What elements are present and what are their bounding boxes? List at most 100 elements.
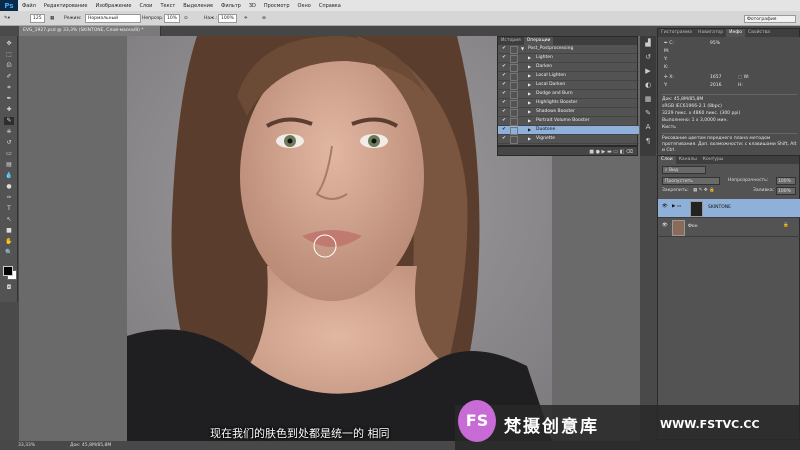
foreground-color-swatch[interactable] — [3, 266, 13, 276]
mode-select[interactable]: Нормальный — [85, 14, 141, 23]
chevron-right-icon[interactable]: ▶ — [528, 108, 531, 116]
blend-mode-select[interactable]: Пропустить — [662, 177, 720, 185]
history-icon[interactable]: ↺ — [643, 52, 653, 62]
path-select-tool-icon[interactable]: ↖ — [4, 216, 14, 224]
layer-row-skintone[interactable]: 👁 ▶ ▭ SKINTONE — [658, 199, 800, 218]
brush-tool-icon[interactable]: ✎ — [4, 117, 14, 125]
check-icon[interactable]: ✔ — [501, 81, 507, 89]
dialog-toggle-icon[interactable] — [510, 118, 518, 126]
crop-tool-icon[interactable]: ⌗ — [4, 84, 14, 92]
hand-tool-icon[interactable]: ✋ — [4, 238, 14, 246]
tab-channels[interactable]: Каналы — [676, 156, 700, 164]
layer-opacity-field[interactable]: 100% — [776, 177, 796, 185]
menu-select[interactable]: Выделение — [179, 3, 217, 9]
tab-navigator[interactable]: Навигатор — [695, 29, 726, 37]
action-row[interactable]: ✔ ▶ Shadows Booster — [498, 108, 639, 117]
layer-mask-thumbnail[interactable] — [690, 201, 703, 217]
action-row[interactable]: ✔ ▶ Local Lighten — [498, 72, 639, 81]
dialog-toggle-icon[interactable] — [510, 109, 518, 117]
check-icon[interactable]: ✔ — [501, 135, 507, 143]
quick-mask-icon[interactable]: ◘ — [4, 284, 14, 292]
chevron-right-icon[interactable]: ▶ — [528, 63, 531, 71]
menu-type[interactable]: Текст — [156, 3, 179, 9]
zoom-tool-icon[interactable]: 🔍 — [4, 249, 14, 257]
actions-icon[interactable]: ▶ — [643, 66, 653, 76]
tab-properties[interactable]: Свойства — [745, 29, 773, 37]
move-tool-icon[interactable]: ✥ — [4, 40, 14, 48]
blur-tool-icon[interactable]: 💧 — [4, 172, 14, 180]
layer-row-background[interactable]: 👁 Фон 🔒 — [658, 218, 800, 237]
lock-icons[interactable]: ▦ ✎ ✥ 🔒 — [693, 188, 715, 193]
action-row[interactable]: ✔ ▶ Portrait Volume Booster — [498, 117, 639, 126]
dialog-toggle-icon[interactable] — [510, 55, 518, 63]
dialog-toggle-icon[interactable] — [510, 73, 518, 81]
flow-field[interactable]: 100% — [218, 14, 237, 23]
menu-3d[interactable]: 3D — [245, 3, 260, 9]
dodge-tool-icon[interactable]: ● — [4, 183, 14, 191]
healing-tool-icon[interactable]: ✚ — [4, 106, 14, 114]
chevron-right-icon[interactable]: ▶ — [528, 135, 531, 143]
chevron-right-icon[interactable]: ▶ — [528, 54, 531, 62]
zoom-level[interactable]: 33,33% — [18, 441, 35, 450]
tab-actions[interactable]: Операции — [523, 37, 554, 45]
fill-field[interactable]: 100% — [776, 187, 796, 195]
action-row-selected[interactable]: ✔ ▶ Duotone — [498, 126, 639, 135]
eye-icon[interactable]: 👁 — [662, 223, 668, 228]
tab-paths[interactable]: Контуры — [700, 156, 727, 164]
quick-select-tool-icon[interactable]: ✐ — [4, 73, 14, 81]
pen-tool-icon[interactable]: ✑ — [4, 194, 14, 202]
chevron-right-icon[interactable]: ▶ — [528, 117, 531, 125]
tab-histogram[interactable]: Гистограмма — [658, 29, 695, 37]
workspace-select[interactable]: Фотография — [744, 15, 796, 23]
eyedropper-tool-icon[interactable]: ✒ — [4, 95, 14, 103]
menu-window[interactable]: Окно — [294, 3, 315, 9]
dialog-toggle-icon[interactable] — [510, 136, 518, 144]
histogram-icon[interactable]: ▟ — [643, 38, 653, 48]
eraser-tool-icon[interactable]: ▭ — [4, 150, 14, 158]
dialog-toggle-icon[interactable] — [510, 127, 518, 135]
dialog-toggle-icon[interactable] — [510, 64, 518, 72]
chevron-down-icon[interactable]: ▼ — [521, 45, 524, 53]
brush-size-picker[interactable]: 125 — [30, 14, 45, 23]
menu-file[interactable]: Файл — [18, 3, 40, 9]
character-icon[interactable]: A — [643, 122, 653, 132]
dialog-toggle-icon[interactable] — [510, 82, 518, 90]
brush-tool-preset-icon[interactable]: ✎▾ — [4, 14, 10, 23]
brush-presets-icon[interactable]: ✎ — [643, 108, 653, 118]
check-icon[interactable]: ✔ — [501, 99, 507, 107]
gradient-tool-icon[interactable]: ▤ — [4, 161, 14, 169]
chevron-right-icon[interactable]: ▶ — [528, 81, 531, 89]
action-row[interactable]: ✔ ▶ Local Darken — [498, 81, 639, 90]
document-tab[interactable]: EVG_1927.psd @ 33,3% (SKINTONE, Слой-мас… — [19, 26, 161, 36]
type-tool-icon[interactable]: T — [4, 205, 14, 213]
menu-image[interactable]: Изображение — [91, 3, 135, 9]
layer-thumbnail[interactable] — [672, 220, 685, 236]
dialog-toggle-icon[interactable] — [510, 100, 518, 108]
menu-edit[interactable]: Редактирование — [40, 3, 92, 9]
tab-layers[interactable]: Слои — [658, 156, 676, 164]
tab-info[interactable]: Инфо — [726, 29, 746, 37]
eye-icon[interactable]: 👁 — [662, 204, 668, 209]
shape-tool-icon[interactable]: ■ — [4, 227, 14, 235]
dialog-toggle-icon[interactable] — [510, 91, 518, 99]
action-row[interactable]: ✔ ▶ Darken — [498, 63, 639, 72]
lasso-tool-icon[interactable]: ᘏ — [4, 62, 14, 70]
action-set-row[interactable]: ✔ ▼ Post_Postprocessing — [498, 45, 639, 54]
check-icon[interactable]: ✔ — [501, 126, 507, 134]
check-icon[interactable]: ✔ — [501, 72, 507, 80]
chevron-right-icon[interactable]: ▶ — [528, 126, 531, 134]
pressure-opacity-icon[interactable]: ⊙ — [184, 14, 188, 23]
check-icon[interactable]: ✔ — [501, 45, 507, 53]
check-icon[interactable]: ✔ — [501, 108, 507, 116]
check-icon[interactable]: ✔ — [501, 117, 507, 125]
dialog-toggle-icon[interactable] — [510, 46, 518, 54]
menu-filter[interactable]: Фильтр — [217, 3, 245, 9]
portrait-photo[interactable] — [127, 36, 552, 441]
action-row[interactable]: ✔ ▶ Vignette — [498, 135, 639, 144]
menu-view[interactable]: Просмотр — [260, 3, 294, 9]
swatches-icon[interactable]: ▦ — [643, 94, 653, 104]
paragraph-icon[interactable]: ¶ — [643, 136, 653, 146]
chevron-right-icon[interactable]: ▶ — [528, 90, 531, 98]
airbrush-icon[interactable]: ✈ — [244, 14, 248, 23]
action-row[interactable]: ✔ ▶ Highlights Booster — [498, 99, 639, 108]
